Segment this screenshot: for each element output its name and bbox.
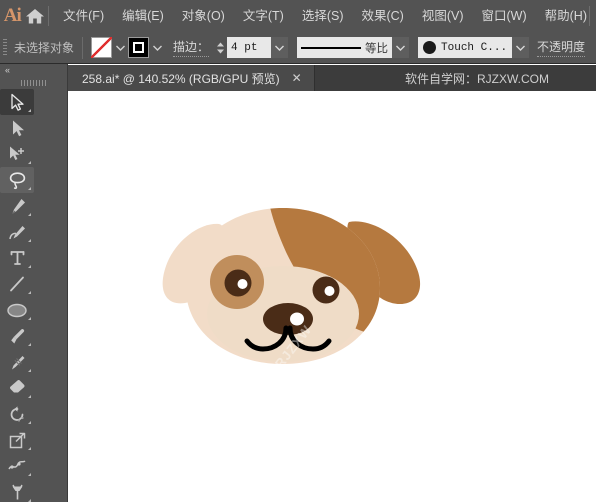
app-logo: Ai	[3, 5, 22, 26]
fill-chevron-down-icon[interactable]	[112, 37, 128, 58]
menu-item-object[interactable]: 对象(O)	[173, 0, 234, 32]
tool-flyout-indicator	[28, 213, 31, 216]
menu-item-file[interactable]: 文件(F)	[54, 0, 113, 32]
tool-panel-grip[interactable]	[0, 78, 67, 88]
document-tab[interactable]: 258.ai* @ 140.52% (RGB/GPU 预览) ✕	[68, 65, 315, 91]
close-icon[interactable]: ✕	[290, 70, 304, 87]
menu-item-view[interactable]: 视图(V)	[413, 0, 473, 32]
brush-definition-combo[interactable]: Touch C...	[418, 37, 513, 58]
fill-swatch[interactable]	[91, 37, 113, 58]
tool-lasso-tool[interactable]	[0, 167, 34, 193]
stroke-weight-input[interactable]: 4 pt	[227, 37, 272, 58]
tool-flyout-indicator	[28, 421, 31, 424]
stroke-profile-chevron-down-icon[interactable]	[392, 37, 410, 58]
stroke-profile-preview-icon	[301, 46, 362, 49]
menu-item-type[interactable]: 文字(T)	[234, 0, 293, 32]
menu-right-divider	[589, 6, 590, 26]
document-tab-bar: 258.ai* @ 140.52% (RGB/GPU 预览) ✕ 软件自学网：R…	[68, 65, 596, 91]
tool-flyout-indicator	[28, 291, 31, 294]
menu-item-help[interactable]: 帮助(H)	[536, 0, 596, 32]
dog-left-eye-highlight	[237, 279, 248, 289]
stroke-chevron-down-icon[interactable]	[149, 37, 165, 58]
stroke-weight-stepper[interactable]	[214, 37, 227, 58]
tool-ellipse-tool[interactable]	[0, 297, 34, 323]
tool-flyout-indicator	[28, 343, 31, 346]
tool-line-segment-tool[interactable]	[0, 271, 34, 297]
tool-paintbrush-tool[interactable]	[0, 323, 34, 349]
menu-item-window[interactable]: 窗口(W)	[473, 0, 536, 32]
menu-items: 文件(F) 编辑(E) 对象(O) 文字(T) 选择(S) 效果(C) 视图(V…	[54, 0, 596, 32]
site-watermark-label: 软件自学网：RJZXW.COM	[405, 71, 549, 86]
control-divider-1	[82, 36, 84, 59]
dog-nose-highlight	[290, 312, 304, 326]
tool-type-tool[interactable]	[0, 245, 34, 271]
tool-panel-header: «	[0, 64, 67, 78]
tool-panel: «	[0, 64, 68, 502]
tool-flyout-indicator	[28, 473, 31, 476]
tool-flyout-indicator	[28, 109, 31, 112]
tool-flyout-indicator	[28, 317, 31, 320]
tool-shaper-tool[interactable]	[0, 349, 34, 375]
stroke-swatch[interactable]	[128, 37, 150, 58]
opacity-label[interactable]: 不透明度	[537, 38, 586, 57]
tool-free-transform-tool[interactable]	[0, 479, 34, 502]
menu-divider	[47, 6, 49, 26]
tool-magic-wand-tool[interactable]	[0, 141, 34, 167]
stroke-weight-chevron-down-icon[interactable]	[271, 37, 289, 58]
tool-flyout-indicator	[28, 187, 31, 190]
tool-eraser-tool[interactable]	[0, 375, 34, 401]
tool-flyout-indicator	[28, 395, 31, 398]
tool-grid	[0, 88, 67, 502]
tool-flyout-indicator	[28, 161, 31, 164]
control-bar-grip[interactable]	[0, 32, 10, 64]
menu-item-select[interactable]: 选择(S)	[293, 0, 353, 32]
tool-flyout-indicator	[28, 265, 31, 268]
tool-pen-tool[interactable]	[0, 193, 34, 219]
dog-face-illustration[interactable]: RJZXW	[123, 196, 443, 391]
brush-preview-icon	[423, 41, 437, 54]
tool-curvature-tool[interactable]	[0, 219, 34, 245]
collapse-panel-icon[interactable]: «	[5, 66, 10, 75]
document-tab-title: 258.ai* @ 140.52% (RGB/GPU 预览)	[82, 71, 280, 86]
brush-name-label: Touch C...	[441, 41, 508, 54]
artboard-canvas[interactable]: RJZXW	[68, 91, 596, 502]
tool-scale-tool[interactable]	[0, 427, 34, 453]
menu-bar: Ai 文件(F) 编辑(E) 对象(O) 文字(T) 选择(S) 效果(C) 视…	[0, 0, 596, 32]
tool-flyout-indicator	[28, 447, 31, 450]
tool-direct-selection-tool[interactable]	[0, 115, 34, 141]
tool-width-tool[interactable]	[0, 453, 34, 479]
home-icon[interactable]	[25, 0, 46, 32]
illustrator-window: Ai 文件(F) 编辑(E) 对象(O) 文字(T) 选择(S) 效果(C) 视…	[0, 0, 596, 502]
tool-rotate-tool[interactable]	[0, 401, 34, 427]
menu-item-edit[interactable]: 编辑(E)	[113, 0, 173, 32]
stroke-profile-combo[interactable]: 等比	[297, 37, 393, 58]
selection-status: 未选择对象	[14, 41, 75, 55]
stroke-weight-label: 描边：	[173, 38, 210, 57]
control-bar: 未选择对象 描边： 4 pt 等比 Touch C... 不透明度	[0, 32, 596, 64]
tool-flyout-indicator	[28, 369, 31, 372]
stroke-profile-label: 等比	[365, 42, 389, 55]
tool-selection-tool[interactable]	[0, 89, 34, 115]
dog-right-eye-highlight	[324, 286, 335, 296]
menu-item-effect[interactable]: 效果(C)	[352, 0, 412, 32]
brush-chevron-down-icon[interactable]	[512, 37, 530, 58]
tool-flyout-indicator	[28, 239, 31, 242]
